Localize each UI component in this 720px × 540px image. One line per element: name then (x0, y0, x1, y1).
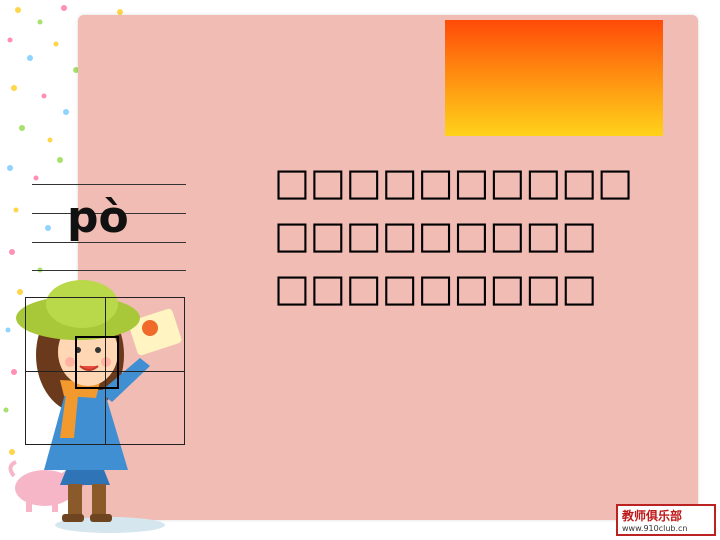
gradient-image-placeholder (445, 20, 663, 136)
logo-url: www.910club.cn (622, 524, 688, 533)
character-box (75, 336, 119, 389)
text-line-2: □□□□□□□□□ (274, 213, 598, 257)
logo-title: 教师俱乐部 (622, 509, 683, 523)
pinyin-rule (32, 184, 186, 185)
pinyin-text: pò (67, 192, 129, 243)
text-line-1: □□□□□□□□□□ (274, 160, 634, 204)
club-logo: 教师俱乐部 www.910club.cn (616, 504, 716, 536)
text-line-3: □□□□□□□□□ (274, 266, 598, 310)
text-block: □□□□□□□□□□ □□□□□□□□□ □□□□□□□□□ (274, 156, 633, 315)
